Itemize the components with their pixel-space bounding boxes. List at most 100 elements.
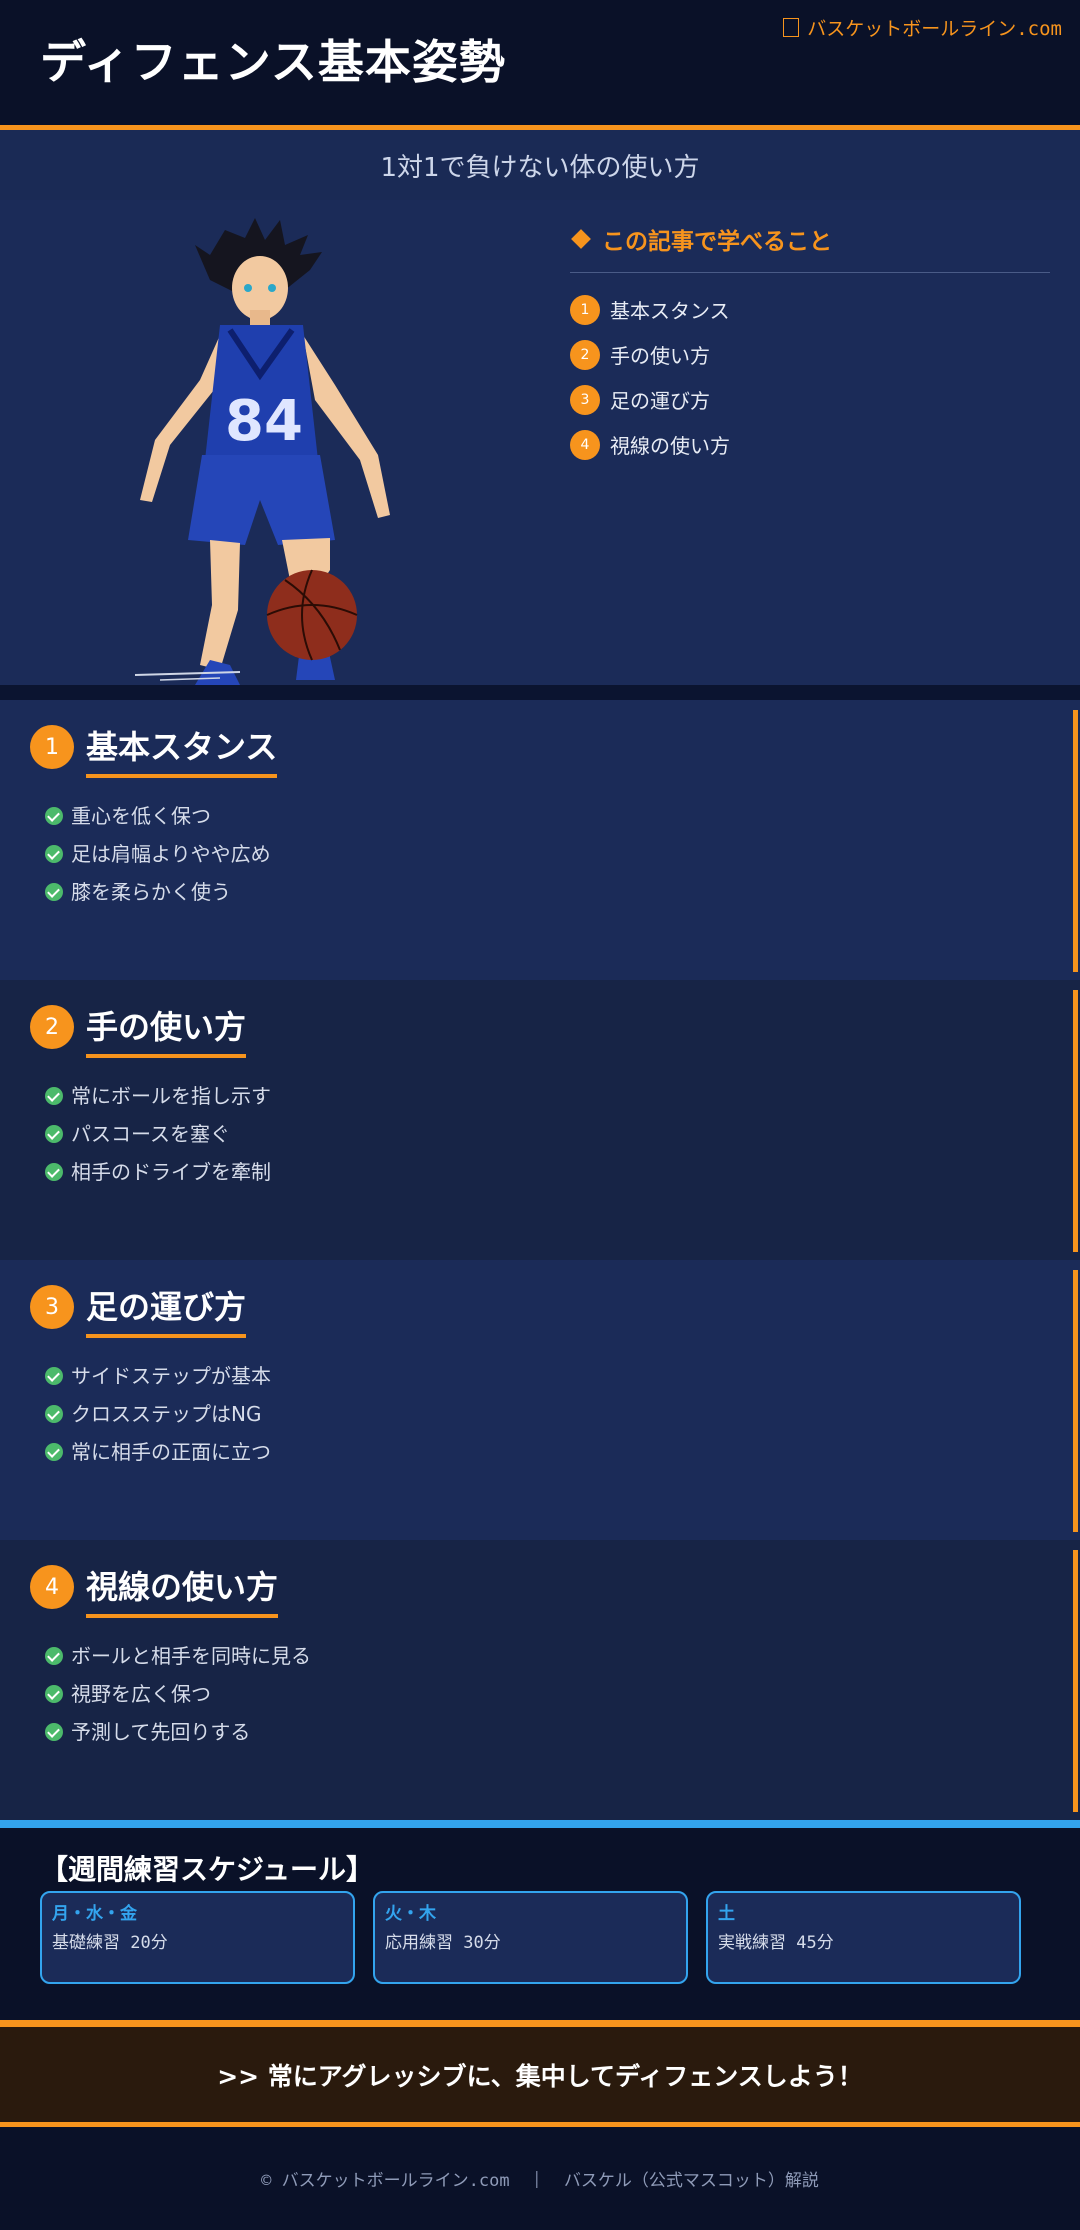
point-list: ボールと相手を同時に見る 視野を広く保つ 予測して先回りする [45, 1635, 311, 1749]
toc-item-label: 手の使い方 [610, 344, 710, 368]
point-text: 常にボールを指し示す [71, 1083, 271, 1108]
site-brand-label: バスケットボールライン.com [807, 18, 1062, 40]
check-icon [45, 1443, 63, 1461]
schedule-title: 【週間練習スケジュール】 [40, 1853, 375, 1886]
cta-banner: >> 常にアグレッシブに、集中してディフェンスしよう！ [0, 2027, 1080, 2122]
schedule-desc: 実戦練習 45分 [718, 1933, 834, 1953]
page-subtitle: 1対1で負けない体の使い方 [380, 152, 700, 183]
section-hand-usage: 2 手の使い方 常にボールを指し示す パスコースを塞ぐ 相手のドライブを牽制 [0, 980, 1080, 1260]
schedule-card: 火・木 応用練習 30分 [373, 1891, 688, 1984]
list-item: 常に相手の正面に立つ [45, 1431, 271, 1469]
point-text: 視野を広く保つ [71, 1681, 211, 1706]
check-icon [45, 845, 63, 863]
check-icon [45, 1087, 63, 1105]
list-item: 予測して先回りする [45, 1711, 311, 1749]
list-item: 足は肩幅よりやや広め [45, 833, 271, 871]
point-text: 予測して先回りする [71, 1719, 251, 1744]
list-item: 重心を低く保つ [45, 795, 271, 833]
section-accent-bar [1073, 710, 1078, 972]
schedule-divider [0, 1820, 1080, 1828]
toc-item-label: 足の運び方 [610, 389, 710, 413]
point-text: パスコースを塞ぐ [71, 1121, 230, 1146]
footer: © バスケットボールライン.com | バスケル（公式マスコット）解説 [0, 2127, 1080, 2230]
toc-list: 1 基本スタンス 2 手の使い方 3 足の運び方 4 視線の使い方 [570, 287, 1050, 467]
section-footwork: 3 足の運び方 サイドステップが基本 クロスステップはNG 常に相手の正面に立つ [0, 1260, 1080, 1540]
bookmark-icon [783, 18, 800, 37]
schedule-day: 月・水・金 [52, 1904, 137, 1924]
toc-item-label: 基本スタンス [610, 299, 730, 323]
list-item: ボールと相手を同時に見る [45, 1635, 311, 1673]
footer-credit: バスケル（公式マスコット）解説 [563, 2171, 819, 2191]
header: ディフェンス基本姿勢 バスケットボールライン.com [0, 0, 1080, 125]
section-title: 基本スタンス [86, 722, 278, 778]
toc-item[interactable]: 2 手の使い方 [570, 332, 1050, 377]
section-basic-stance: 1 基本スタンス 重心を低く保つ 足は肩幅よりやや広め 膝を柔らかく使う [0, 700, 1080, 980]
number-badge: 4 [570, 429, 600, 460]
list-item: 膝を柔らかく使う [45, 871, 271, 909]
point-text: 相手のドライブを牽制 [71, 1159, 271, 1184]
point-text: 足は肩幅よりやや広め [71, 841, 271, 866]
check-icon [45, 1723, 63, 1741]
section-accent-bar [1073, 990, 1078, 1252]
page-title: ディフェンス基本姿勢 [40, 35, 506, 89]
schedule-desc: 応用練習 30分 [385, 1933, 501, 1953]
table-of-contents: この記事で学べること 1 基本スタンス 2 手の使い方 3 足の運び方 4 視線… [570, 222, 1050, 467]
toc-title-label: この記事で学べること [602, 229, 832, 255]
toc-item[interactable]: 4 視線の使い方 [570, 422, 1050, 467]
schedule-card: 土 実戦練習 45分 [706, 1891, 1021, 1984]
footer-copyright: © バスケットボールライン.com [261, 2171, 510, 2191]
toc-heading: この記事で学べること [570, 222, 1050, 273]
point-text: サイドステップが基本 [71, 1363, 271, 1388]
check-icon [45, 1367, 63, 1385]
point-text: 重心を低く保つ [71, 803, 211, 828]
schedule-day: 土 [718, 1904, 735, 1924]
section-title: 手の使い方 [86, 1002, 247, 1058]
point-text: 膝を柔らかく使う [71, 879, 231, 904]
site-brand-link[interactable]: バスケットボールライン.com [783, 14, 1062, 41]
schedule-desc: 基礎練習 20分 [52, 1933, 168, 1953]
toc-item[interactable]: 3 足の運び方 [570, 377, 1050, 422]
schedule-card: 月・水・金 基礎練習 20分 [40, 1891, 355, 1984]
section-title: 足の運び方 [86, 1282, 247, 1338]
point-list: 重心を低く保つ 足は肩幅よりやや広め 膝を柔らかく使う [45, 795, 271, 909]
check-icon [45, 1125, 63, 1143]
check-icon [45, 1685, 63, 1703]
point-text: クロスステップはNG [71, 1401, 262, 1426]
check-icon [45, 807, 63, 825]
section-number-badge: 1 [30, 725, 74, 769]
number-badge: 3 [570, 384, 600, 415]
list-item: 常にボールを指し示す [45, 1075, 271, 1113]
point-list: サイドステップが基本 クロスステップはNG 常に相手の正面に立つ [45, 1355, 271, 1469]
svg-text:84: 84 [225, 389, 303, 454]
point-list: 常にボールを指し示す パスコースを塞ぐ 相手のドライブを牽制 [45, 1075, 271, 1189]
number-badge: 1 [570, 294, 600, 325]
cta-text: >> 常にアグレッシブに、集中してディフェンスしよう！ [217, 2061, 863, 2091]
section-number-badge: 2 [30, 1005, 74, 1049]
section-accent-bar [1073, 1270, 1078, 1532]
section-accent-bar [1073, 1550, 1078, 1812]
toc-item[interactable]: 1 基本スタンス [570, 287, 1050, 332]
intro-panel: 84 この記事で学べること 1 基本スタンス 2 手の使い方 3 足の運び方 4… [0, 200, 1080, 685]
section-title: 視線の使い方 [86, 1562, 279, 1618]
point-text: ボールと相手を同時に見る [71, 1643, 311, 1668]
section-eye-usage: 4 視線の使い方 ボールと相手を同時に見る 視野を広く保つ 予測して先回りする [0, 1540, 1080, 1820]
check-icon [45, 1647, 63, 1665]
point-text: 常に相手の正面に立つ [71, 1439, 271, 1464]
list-item: パスコースを塞ぐ [45, 1113, 271, 1151]
list-item: クロスステップはNG [45, 1393, 271, 1431]
section-number-badge: 4 [30, 1565, 74, 1609]
check-icon [45, 883, 63, 901]
check-icon [45, 1163, 63, 1181]
section-number-badge: 3 [30, 1285, 74, 1329]
subtitle-bar: 1対1で負けない体の使い方 [0, 130, 1080, 200]
list-item: 視野を広く保つ [45, 1673, 311, 1711]
schedule-day: 火・木 [385, 1904, 436, 1924]
toc-item-label: 視線の使い方 [610, 434, 730, 458]
list-item: サイドステップが基本 [45, 1355, 271, 1393]
number-badge: 2 [570, 339, 600, 370]
list-item: 相手のドライブを牽制 [45, 1151, 271, 1189]
footer-separator: | [531, 2168, 542, 2189]
diamond-icon [571, 229, 591, 249]
weekly-schedule: 【週間練習スケジュール】 月・水・金 基礎練習 20分 火・木 応用練習 30分… [0, 1828, 1080, 2020]
check-icon [45, 1405, 63, 1423]
